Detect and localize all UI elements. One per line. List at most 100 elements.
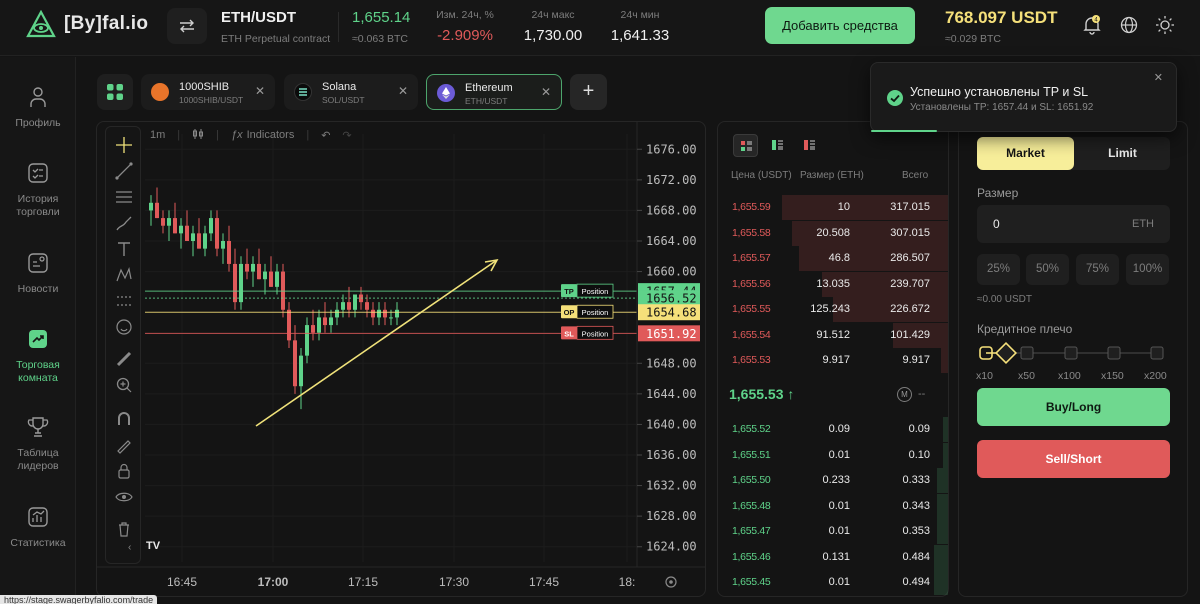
leverage-label: Кредитное плечо <box>977 322 1073 336</box>
trash-icon[interactable] <box>114 519 134 539</box>
trading-room-icon <box>29 330 47 348</box>
price-tick-label: 1636.00 <box>646 448 697 462</box>
leverage-mark-200: x200 <box>1144 370 1167 382</box>
percent-100-button[interactable]: 100% <box>1126 254 1169 285</box>
candle-body <box>245 263 249 272</box>
chart-panel[interactable]: 1676.00 1672.00 1668.00 1664.00 1660.00 1648.… <box>96 121 706 597</box>
orderbook-total: 101.429 <box>890 328 930 341</box>
market-tab[interactable]: Market <box>977 137 1074 170</box>
tab-1000shib[interactable]: 1000SHIB 1000SHIB/USDT ✕ <box>141 74 275 110</box>
close-icon[interactable]: ✕ <box>541 85 551 99</box>
tabs-grid-button[interactable] <box>97 74 133 110</box>
trophy-icon <box>27 417 49 437</box>
limit-tab[interactable]: Limit <box>1074 137 1171 170</box>
pencil-lock-icon[interactable] <box>114 435 134 455</box>
ask-row[interactable]: 1,655.59 10 317.015 <box>718 195 948 220</box>
undo-icon[interactable]: ↶ <box>321 129 330 142</box>
candle-body <box>173 218 177 234</box>
theme-toggle-button[interactable] <box>1154 14 1176 36</box>
solana-coin-icon <box>294 83 312 101</box>
add-funds-button[interactable]: Добавить средства <box>765 7 915 44</box>
top-bar: [By]fal.io ETH/USDT ETH Perpetual contra… <box>0 0 1200 56</box>
sell-short-button[interactable]: Sell/Short <box>977 440 1170 478</box>
sidebar-item-leaderboard[interactable]: Таблица лидеров <box>0 415 76 473</box>
bid-row[interactable]: 1,655.47 0.01 0.353 <box>718 519 948 544</box>
orderbook-view-both-button[interactable] <box>733 134 758 157</box>
tab-pair: 1000SHIB/USDT <box>179 95 244 105</box>
magnet-icon[interactable] <box>114 409 134 429</box>
bid-row[interactable]: 1,655.48 0.01 0.343 <box>718 493 948 519</box>
bid-row[interactable]: 1,655.51 0.01 0.10 <box>718 442 948 468</box>
ask-row[interactable]: 1,655.58 20.508 307.015 <box>718 220 948 246</box>
emoji-icon[interactable] <box>114 317 134 337</box>
notifications-button[interactable]: 4 <box>1081 14 1103 36</box>
percent-75-button[interactable]: 75% <box>1076 254 1119 285</box>
candle-body <box>371 309 375 318</box>
ask-row[interactable]: 1,655.53 9.917 9.917 <box>718 348 948 373</box>
pattern-tool-icon[interactable] <box>114 265 134 285</box>
toast-title: Успешно установлены TP и SL <box>910 85 1089 99</box>
sidebar-item-profile[interactable]: Профиль <box>0 85 76 130</box>
interval-selector[interactable]: 1m <box>150 129 165 141</box>
sidebar-item-news[interactable]: Новости <box>0 251 76 296</box>
orderbook-size: 13.035 <box>816 277 850 290</box>
orderbook-view-asks-button[interactable] <box>797 134 822 157</box>
price-tick-label: 1640.00 <box>646 417 697 431</box>
divider: | <box>216 129 219 141</box>
toast-subtitle: Установлены TP: 1657.44 и SL: 1651.92 <box>910 102 1094 113</box>
indicators-button[interactable]: ƒx Indicators <box>231 129 294 141</box>
redo-icon[interactable]: ↷ <box>342 129 351 142</box>
close-icon[interactable]: ✕ <box>398 84 408 98</box>
price-chart[interactable]: 1676.00 1672.00 1668.00 1664.00 1660.00 1648.… <box>97 122 706 597</box>
measure-tool-icon[interactable] <box>114 291 134 311</box>
sidebar-item-trading-room[interactable]: Торговая комната <box>0 327 76 385</box>
sidebar-item-statistics[interactable]: Статистика <box>0 505 76 550</box>
bid-row[interactable]: 1,655.50 0.233 0.333 <box>718 468 948 493</box>
text-tool-icon[interactable] <box>114 239 134 259</box>
candle-type-icon[interactable] <box>192 128 204 143</box>
collapse-toolbar-icon[interactable]: ‹ <box>128 542 131 553</box>
ask-row[interactable]: 1,655.54 91.512 101.429 <box>718 322 948 348</box>
price-tick-label: 1648.00 <box>646 356 697 370</box>
leverage-slider[interactable] <box>976 340 1172 366</box>
ruler-icon[interactable] <box>114 349 134 369</box>
candle-body <box>287 309 291 341</box>
bell-icon: 4 <box>1083 15 1101 35</box>
toast-close-icon[interactable]: ✕ <box>1154 71 1163 84</box>
leverage-slider-thumb[interactable] <box>994 341 1018 365</box>
horizontal-lines-icon[interactable] <box>114 187 134 207</box>
crosshair-icon[interactable] <box>114 135 134 155</box>
lock-icon[interactable] <box>114 461 134 481</box>
trendline-tool-icon[interactable] <box>114 161 134 181</box>
logo[interactable]: [By]fal.io <box>26 10 148 38</box>
tab-ethereum[interactable]: Ethereum ETH/USDT ✕ <box>426 74 562 110</box>
bid-row[interactable]: 1,655.45 0.01 0.494 <box>718 570 948 595</box>
buy-long-button[interactable]: Buy/Long <box>977 388 1170 426</box>
swap-pair-button[interactable] <box>167 8 207 44</box>
language-button[interactable] <box>1118 14 1140 36</box>
low-24h-value: 1,641.33 <box>610 27 670 44</box>
percent-50-button[interactable]: 50% <box>1026 254 1069 285</box>
position-badges[interactable]: TP Position OP Position SL Position <box>561 283 614 340</box>
bid-row[interactable]: 1,655.46 0.131 0.484 <box>718 544 948 570</box>
ask-row[interactable]: 1,655.55 125.243 226.672 <box>718 297 948 322</box>
size-unit: ETH <box>1132 218 1154 230</box>
sidebar-item-history[interactable]: История торговли <box>0 161 76 219</box>
orderbook-view-bids-button[interactable] <box>765 134 790 157</box>
ask-row[interactable]: 1,655.56 13.035 239.707 <box>718 271 948 297</box>
add-tab-button[interactable]: + <box>570 74 607 110</box>
bid-row[interactable]: 1,655.52 0.09 0.09 <box>718 417 948 442</box>
time-tick-label: 17:00 <box>258 575 289 589</box>
percent-25-button[interactable]: 25% <box>977 254 1020 285</box>
close-icon[interactable]: ✕ <box>255 84 265 98</box>
candle-body <box>215 218 219 249</box>
depth-bar <box>936 493 948 519</box>
trend-line[interactable] <box>255 259 498 427</box>
brush-icon[interactable] <box>114 213 134 233</box>
tab-solana[interactable]: Solana SOL/USDT ✕ <box>284 74 418 110</box>
eye-icon[interactable] <box>114 487 134 507</box>
orderbook-size: 0.131 <box>822 550 850 563</box>
zoom-in-icon[interactable] <box>114 375 134 395</box>
sidebar-item-label: Торговая комната <box>16 359 60 384</box>
ask-row[interactable]: 1,655.57 46.8 286.507 <box>718 246 948 271</box>
